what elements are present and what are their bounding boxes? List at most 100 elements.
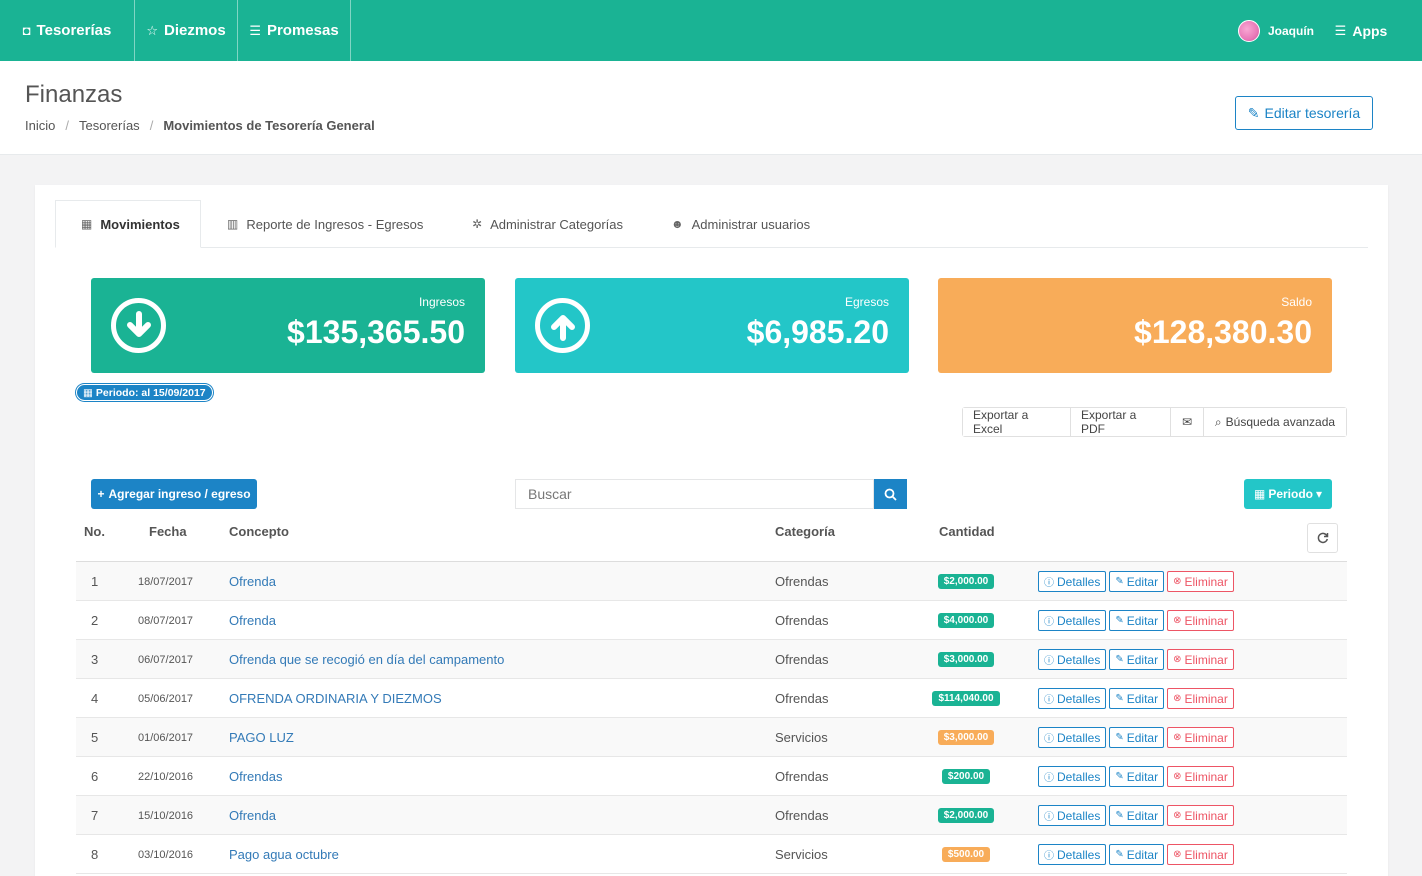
edit-label: Editar bbox=[1126, 808, 1159, 823]
details-button[interactable]: ⓘ Detalles bbox=[1038, 844, 1107, 865]
cell-concepto-link[interactable]: Pago agua octubre bbox=[229, 835, 339, 874]
export-pdf-button[interactable]: Exportar a PDF bbox=[1071, 408, 1171, 436]
nav-tesorerias[interactable]: ◘ Tesorerías bbox=[0, 0, 134, 61]
nav-diezmos[interactable]: ☆ Diezmos bbox=[135, 0, 237, 61]
edit-button[interactable]: ✎ Editar bbox=[1109, 844, 1165, 865]
tab-reporte[interactable]: ▥ Reporte de Ingresos - Egresos bbox=[227, 200, 423, 248]
edit-button[interactable]: ✎ Editar bbox=[1109, 571, 1165, 592]
cell-concepto-link[interactable]: Ofrenda bbox=[229, 562, 276, 601]
tab-movimientos[interactable]: ▦ Movimientos bbox=[55, 200, 201, 248]
edit-label: Editar bbox=[1126, 613, 1159, 628]
details-button[interactable]: ⓘ Detalles bbox=[1038, 688, 1107, 709]
delete-label: Eliminar bbox=[1184, 574, 1228, 589]
details-button[interactable]: ⓘ Detalles bbox=[1038, 766, 1107, 787]
bar-chart-icon: ▥ bbox=[227, 217, 239, 231]
periodo-label: Periodo bbox=[1268, 487, 1313, 501]
email-button[interactable]: ✉ bbox=[1171, 408, 1204, 436]
table-row: 4 05/06/2017 OFRENDA ORDINARIA Y DIEZMOS… bbox=[76, 679, 1347, 718]
pencil-icon: ✎ bbox=[1115, 654, 1124, 665]
edit-label: Editar bbox=[1126, 847, 1159, 862]
pencil-icon: ✎ bbox=[1115, 615, 1124, 626]
periodo-dropdown-button[interactable]: ▦ Periodo ▾ bbox=[1244, 479, 1332, 509]
edit-icon: ✎ bbox=[1247, 104, 1260, 121]
apps-menu[interactable]: ☰ Apps bbox=[1330, 0, 1392, 61]
delete-label: Eliminar bbox=[1184, 808, 1228, 823]
period-badge-label: Periodo: al 15/09/2017 bbox=[95, 386, 206, 399]
refresh-button[interactable] bbox=[1307, 523, 1338, 553]
cell-cantidad: $2,000.00 bbox=[891, 796, 1041, 835]
delete-button[interactable]: ⊗ Eliminar bbox=[1167, 571, 1234, 592]
column-header-cantidad[interactable]: Cantidad bbox=[939, 524, 995, 539]
advanced-search-button[interactable]: ⌕ Búsqueda avanzada bbox=[1204, 408, 1346, 436]
delete-label: Eliminar bbox=[1184, 652, 1228, 667]
delete-button[interactable]: ⊗ Eliminar bbox=[1167, 727, 1234, 748]
cell-concepto-link[interactable]: Ofrenda bbox=[229, 601, 276, 640]
close-circle-icon: ⊗ bbox=[1173, 615, 1182, 626]
cell-concepto-link[interactable]: PAGO LUZ bbox=[229, 718, 294, 757]
egresos-value: $6,985.20 bbox=[746, 314, 889, 350]
search-button[interactable] bbox=[874, 479, 907, 509]
edit-button[interactable]: ✎ Editar bbox=[1109, 766, 1165, 787]
nav-promesas[interactable]: ☰ Promesas bbox=[238, 0, 350, 61]
page-header: Finanzas Inicio / Tesorerías / Movimient… bbox=[0, 61, 1422, 155]
nav-promesas-label: Promesas bbox=[266, 22, 339, 39]
tab-categorias[interactable]: ✲ Administrar Categorías bbox=[472, 200, 623, 248]
edit-treasury-button[interactable]: ✎ Editar tesorería bbox=[1235, 96, 1373, 130]
delete-button[interactable]: ⊗ Eliminar bbox=[1167, 610, 1234, 631]
delete-button[interactable]: ⊗ Eliminar bbox=[1167, 805, 1234, 826]
close-circle-icon: ⊗ bbox=[1173, 810, 1182, 821]
cell-fecha: 05/06/2017 bbox=[138, 692, 194, 705]
egresos-label: Egresos bbox=[844, 295, 889, 309]
delete-button[interactable]: ⊗ Eliminar bbox=[1167, 649, 1234, 670]
edit-button[interactable]: ✎ Editar bbox=[1109, 649, 1165, 670]
delete-button[interactable]: ⊗ Eliminar bbox=[1167, 766, 1234, 787]
table-icon: ▦ bbox=[81, 217, 93, 231]
delete-button[interactable]: ⊗ Eliminar bbox=[1167, 688, 1234, 709]
cell-categoria: Ofrendas bbox=[775, 808, 829, 823]
delete-button[interactable]: ⊗ Eliminar bbox=[1167, 844, 1234, 865]
column-header-no[interactable]: No. bbox=[84, 524, 105, 539]
search-group bbox=[515, 479, 907, 509]
top-navbar: ◘ Tesorerías ☆ Diezmos ☰ Promesas Joaquí… bbox=[0, 0, 1422, 61]
edit-button[interactable]: ✎ Editar bbox=[1109, 727, 1165, 748]
saldo-card: Saldo $128,380.30 bbox=[938, 278, 1332, 373]
cell-categoria: Ofrendas bbox=[775, 652, 829, 667]
edit-button[interactable]: ✎ Editar bbox=[1109, 610, 1165, 631]
details-button[interactable]: ⓘ Detalles bbox=[1038, 649, 1107, 670]
edit-button[interactable]: ✎ Editar bbox=[1109, 805, 1165, 826]
column-header-fecha[interactable]: Fecha bbox=[149, 524, 187, 539]
cell-concepto-link[interactable]: Ofrendas bbox=[229, 757, 282, 796]
cell-concepto-link[interactable]: OFRENDA ORDINARIA Y DIEZMOS bbox=[229, 679, 442, 718]
table-row: 3 06/07/2017 Ofrenda que se recogió en d… bbox=[76, 640, 1347, 679]
cell-fecha: 08/07/2017 bbox=[138, 614, 194, 627]
pencil-icon: ✎ bbox=[1115, 771, 1124, 782]
amount-badge: $2,000.00 bbox=[937, 808, 995, 823]
details-button[interactable]: ⓘ Detalles bbox=[1038, 805, 1107, 826]
add-movement-label: Agregar ingreso / egreso bbox=[108, 487, 251, 501]
search-input[interactable] bbox=[515, 479, 874, 509]
nav-divider bbox=[350, 0, 351, 61]
cell-concepto-link[interactable]: Ofrenda que se recogió en día del campam… bbox=[229, 640, 504, 679]
user-menu[interactable]: Joaquín bbox=[1236, 0, 1316, 61]
edit-label: Editar bbox=[1126, 769, 1159, 784]
edit-button[interactable]: ✎ Editar bbox=[1109, 688, 1165, 709]
breadcrumb-tesorerias[interactable]: Tesorerías bbox=[79, 118, 140, 133]
details-button[interactable]: ⓘ Detalles bbox=[1038, 727, 1107, 748]
close-circle-icon: ⊗ bbox=[1173, 732, 1182, 743]
add-movement-button[interactable]: + Agregar ingreso / egreso bbox=[91, 479, 257, 509]
tab-bar: ▦ Movimientos ▥ Reporte de Ingresos - Eg… bbox=[55, 200, 1368, 248]
cell-categoria: Servicios bbox=[775, 847, 828, 862]
cell-concepto-link[interactable]: Ofrenda bbox=[229, 796, 276, 835]
breadcrumb-inicio[interactable]: Inicio bbox=[25, 118, 55, 133]
main-panel: ▦ Movimientos ▥ Reporte de Ingresos - Eg… bbox=[35, 185, 1388, 876]
row-actions: ⓘ Detalles ✎ Editar ⊗ Eliminar bbox=[1038, 640, 1234, 679]
info-icon: ⓘ bbox=[1044, 812, 1054, 823]
export-excel-button[interactable]: Exportar a Excel bbox=[963, 408, 1071, 436]
tab-usuarios[interactable]: ☻ Administrar usuarios bbox=[671, 200, 810, 248]
details-button[interactable]: ⓘ Detalles bbox=[1038, 571, 1107, 592]
column-header-categoria[interactable]: Categoría bbox=[775, 524, 835, 539]
cell-fecha: 06/07/2017 bbox=[138, 653, 194, 666]
details-button[interactable]: ⓘ Detalles bbox=[1038, 610, 1107, 631]
calendar-icon: ▦ bbox=[83, 386, 93, 399]
column-header-concepto[interactable]: Concepto bbox=[229, 524, 289, 539]
